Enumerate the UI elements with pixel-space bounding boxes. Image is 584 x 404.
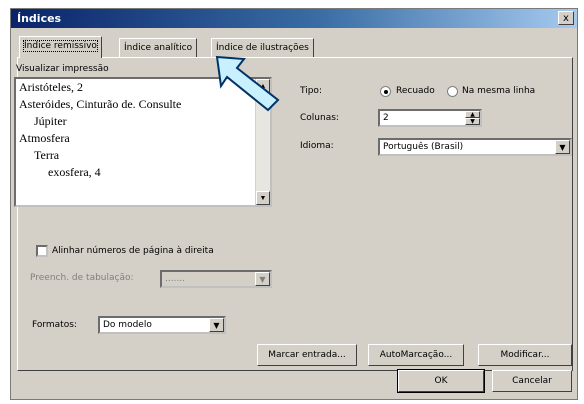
preenchimento-value: ....... [165,274,186,284]
formatos-select[interactable]: Do modelo ▼ [98,316,226,334]
align-right-checkbox[interactable] [36,245,48,257]
title-bar[interactable]: Índices x [11,9,577,28]
ok-button[interactable]: OK [397,369,485,393]
chevron-down-icon[interactable]: ▼ [555,140,570,154]
idioma-label: Idioma: [300,141,334,151]
close-button[interactable]: x [558,11,574,25]
preenchimento-label: Preench. de tabulação: [30,273,134,283]
idioma-value: Português (Brasil) [383,142,464,152]
preview-line: Asteróides, Cinturão de. Consulte [19,97,182,111]
tab-indice-analitico[interactable]: Índice analítico [119,38,198,57]
radio-na-mesma-linha-label[interactable]: Na mesma linha [462,86,535,96]
radio-recuado-label[interactable]: Recuado [396,86,435,96]
colunas-stepper[interactable]: 2 ▲ ▼ [378,109,482,127]
idioma-select[interactable]: Português (Brasil) ▼ [378,138,572,156]
spin-down-icon[interactable]: ▼ [465,118,480,125]
preview-line: exosfera, 4 [48,165,101,179]
modificar-button[interactable]: Modificar... [478,344,572,366]
tab-indice-remissivo[interactable]: Índice remissivo [19,36,102,58]
spin-up-icon[interactable]: ▲ [465,111,480,118]
cancelar-button[interactable]: Cancelar [492,370,572,392]
colunas-value: 2 [383,113,389,123]
window-title: Índices [17,12,62,25]
tipo-label: Tipo: [300,86,322,96]
chevron-down-icon[interactable]: ▼ [255,272,270,286]
preview-line: Júpiter [34,114,67,128]
tab-label: Índice remissivo [23,40,98,52]
preview-line: Atmosfera [19,131,70,145]
arrow-icon-shape [215,55,280,112]
scroll-down-button[interactable]: ▼ [256,191,270,205]
formatos-value: Do modelo [103,320,152,330]
preenchimento-select[interactable]: ....... ▼ [160,270,272,288]
preview-line: Terra [34,148,60,162]
colunas-label: Colunas: [300,113,339,123]
tab-label: Índice analítico [124,43,193,53]
marcar-entrada-button[interactable]: Marcar entrada... [257,344,357,366]
radio-na-mesma-linha[interactable] [447,86,458,97]
automarcacao-button[interactable]: AutoMarcação... [368,344,464,366]
formatos-label: Formatos: [32,320,77,330]
radio-recuado[interactable] [380,86,391,97]
chevron-down-icon[interactable]: ▼ [209,318,224,332]
align-right-label[interactable]: Alinhar números de página à direita [52,246,214,256]
arrow-icon [215,55,280,112]
preview-line: Aristóteles, 2 [19,80,83,94]
preview-label: Visualizar impressão [16,64,109,74]
